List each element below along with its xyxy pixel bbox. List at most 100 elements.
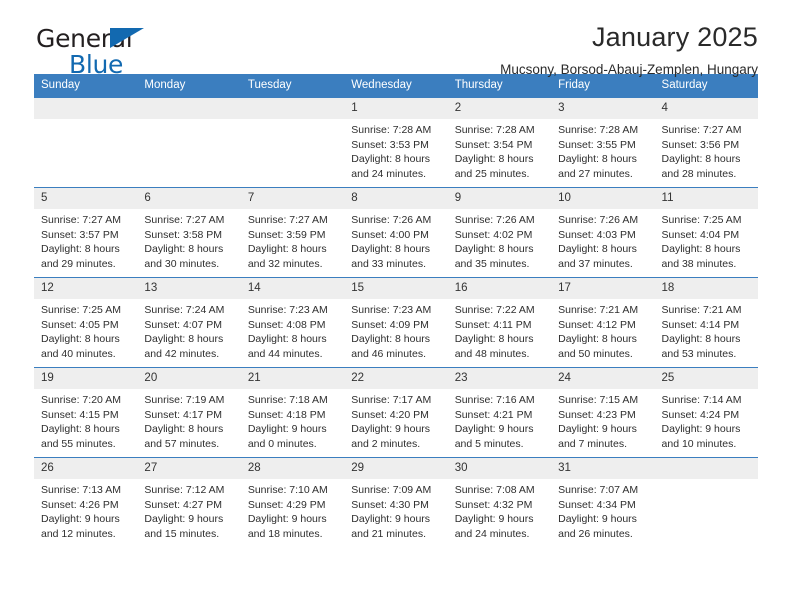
sunset-text: Sunset: 4:20 PM bbox=[351, 408, 429, 421]
daylight-text-line2: and 0 minutes. bbox=[247, 437, 317, 450]
day-number bbox=[654, 458, 758, 479]
day-number: 4 bbox=[654, 98, 758, 119]
calendar-week-row: 5 Sunrise: 7:27 AM Sunset: 3:57 PM Daylight… bbox=[34, 187, 758, 278]
sunrise-text: Sunrise: 7:25 AM bbox=[41, 304, 121, 316]
calendar-day-cell[interactable]: 15 Sunrise: 7:23 AM Sunset: 4:09 PM Dayligh… bbox=[344, 277, 448, 368]
calendar-week-row: 26 Sunrise: 7:13 AM Sunset: 4:26 PM Dayligh… bbox=[34, 457, 758, 547]
calendar-day-cell[interactable]: 7 Sunrise: 7:27 AM Sunset: 3:59 PM Daylight… bbox=[240, 187, 345, 278]
day-details: Sunrise: 7:17 AM Sunset: 4:20 PM Daylight:… bbox=[344, 389, 447, 451]
day-number: 1 bbox=[344, 98, 448, 119]
calendar-day-cell[interactable]: 26 Sunrise: 7:13 AM Sunset: 4:26 PM Dayligh… bbox=[34, 457, 138, 547]
day-details: Sunrise: 7:09 AM Sunset: 4:30 PM Daylight:… bbox=[344, 479, 447, 541]
calendar-day-cell[interactable]: 27 Sunrise: 7:12 AM Sunset: 4:27 PM Dayligh… bbox=[137, 457, 241, 547]
daylight-text-line2: and 29 minutes. bbox=[41, 257, 116, 270]
calendar-day-cell[interactable]: 23 Sunrise: 7:16 AM Sunset: 4:21 PM Dayligh… bbox=[447, 367, 552, 458]
day-number: 17 bbox=[551, 278, 655, 299]
sunrise-text: Sunrise: 7:26 AM bbox=[351, 214, 432, 226]
day-number: 21 bbox=[240, 368, 345, 389]
day-number: 14 bbox=[240, 278, 345, 299]
calendar-day-cell[interactable]: 19 Sunrise: 7:20 AM Sunset: 4:15 PM Dayligh… bbox=[34, 367, 138, 458]
general-blue-logo[interactable]: General Blue bbox=[36, 26, 226, 78]
calendar-day-cell[interactable]: 16 Sunrise: 7:22 AM Sunset: 4:11 PM Dayligh… bbox=[447, 277, 552, 368]
day-number: 3 bbox=[551, 98, 655, 119]
day-details: Sunrise: 7:19 AM Sunset: 4:17 PM Daylight:… bbox=[137, 389, 240, 451]
daylight-text-line2: and 44 minutes. bbox=[247, 347, 323, 360]
daylight-text-line1: Daylight: 9 hours bbox=[558, 423, 637, 436]
calendar-day-cell[interactable]: 1 Sunrise: 7:28 AM Sunset: 3:53 PM Daylight… bbox=[344, 97, 448, 188]
daylight-text-line1: Daylight: 9 hours bbox=[351, 513, 431, 526]
sunrise-text: Sunrise: 7:10 AM bbox=[247, 484, 328, 496]
calendar-day-cell[interactable]: 9 Sunrise: 7:26 AM Sunset: 4:02 PM Daylight… bbox=[447, 187, 552, 278]
calendar-day-cell[interactable]: 31 Sunrise: 7:07 AM Sunset: 4:34 PM Dayligh… bbox=[551, 457, 655, 547]
sunset-text: Sunset: 4:23 PM bbox=[558, 408, 636, 421]
day-number: 25 bbox=[654, 368, 758, 389]
day-details: Sunrise: 7:08 AM Sunset: 4:32 PM Daylight:… bbox=[448, 479, 551, 541]
page-header: General Blue January 2025 Mucsony, Borso… bbox=[34, 0, 758, 77]
daylight-text-line2: and 10 minutes. bbox=[661, 437, 737, 450]
calendar-day-cell[interactable]: 12 Sunrise: 7:25 AM Sunset: 4:05 PM Dayligh… bbox=[34, 277, 138, 368]
calendar-day-cell[interactable]: 3 Sunrise: 7:28 AM Sunset: 3:55 PM Daylight… bbox=[551, 97, 655, 188]
daylight-text-line1: Daylight: 8 hours bbox=[41, 243, 120, 256]
day-details: Sunrise: 7:27 AM Sunset: 3:59 PM Daylight:… bbox=[241, 209, 344, 271]
calendar-day-cell[interactable]: 21 Sunrise: 7:18 AM Sunset: 4:18 PM Dayligh… bbox=[240, 367, 345, 458]
logo-text-blue: Blue bbox=[69, 50, 124, 79]
sunrise-text: Sunrise: 7:16 AM bbox=[454, 394, 535, 406]
calendar-day-cell[interactable]: 11 Sunrise: 7:25 AM Sunset: 4:04 PM Dayligh… bbox=[654, 187, 758, 278]
day-details: Sunrise: 7:28 AM Sunset: 3:55 PM Daylight:… bbox=[551, 119, 654, 181]
daylight-text-line1: Daylight: 9 hours bbox=[558, 513, 637, 526]
calendar-day-cell[interactable]: 28 Sunrise: 7:10 AM Sunset: 4:29 PM Dayligh… bbox=[240, 457, 345, 547]
calendar-day-cell[interactable]: 6 Sunrise: 7:27 AM Sunset: 3:58 PM Daylight… bbox=[137, 187, 241, 278]
daylight-text-line1: Daylight: 9 hours bbox=[247, 423, 327, 436]
sunrise-text: Sunrise: 7:08 AM bbox=[454, 484, 535, 496]
calendar-day-cell[interactable]: 20 Sunrise: 7:19 AM Sunset: 4:17 PM Dayligh… bbox=[137, 367, 241, 458]
daylight-text-line2: and 5 minutes. bbox=[454, 437, 524, 450]
calendar-day-cell[interactable]: 18 Sunrise: 7:21 AM Sunset: 4:14 PM Dayligh… bbox=[654, 277, 758, 368]
calendar-day-cell[interactable]: 24 Sunrise: 7:15 AM Sunset: 4:23 PM Dayligh… bbox=[551, 367, 655, 458]
daylight-text-line2: and 24 minutes. bbox=[454, 527, 530, 540]
calendar-day-cell[interactable]: 29 Sunrise: 7:09 AM Sunset: 4:30 PM Dayligh… bbox=[344, 457, 448, 547]
sunrise-text: Sunrise: 7:09 AM bbox=[351, 484, 432, 496]
sunrise-text: Sunrise: 7:14 AM bbox=[661, 394, 742, 406]
calendar-day-cell[interactable]: 5 Sunrise: 7:27 AM Sunset: 3:57 PM Daylight… bbox=[34, 187, 138, 278]
day-details: Sunrise: 7:27 AM Sunset: 3:57 PM Daylight:… bbox=[34, 209, 137, 271]
sunrise-text: Sunrise: 7:20 AM bbox=[41, 394, 121, 406]
sunrise-text: Sunrise: 7:22 AM bbox=[454, 304, 535, 316]
day-details: Sunrise: 7:10 AM Sunset: 4:29 PM Daylight:… bbox=[241, 479, 344, 541]
daylight-text-line1: Daylight: 9 hours bbox=[247, 513, 327, 526]
day-number: 11 bbox=[654, 188, 758, 209]
calendar-day-cell[interactable]: 4 Sunrise: 7:27 AM Sunset: 3:56 PM Daylight… bbox=[654, 97, 758, 188]
daylight-text-line1: Daylight: 8 hours bbox=[247, 333, 327, 346]
day-details: Sunrise: 7:16 AM Sunset: 4:21 PM Daylight:… bbox=[448, 389, 551, 451]
calendar-day-cell[interactable]: 30 Sunrise: 7:08 AM Sunset: 4:32 PM Dayligh… bbox=[447, 457, 552, 547]
day-details: Sunrise: 7:12 AM Sunset: 4:27 PM Daylight:… bbox=[137, 479, 240, 541]
weekday-header-thursday: Thursday bbox=[447, 74, 552, 98]
calendar-day-cell[interactable]: 8 Sunrise: 7:26 AM Sunset: 4:00 PM Daylight… bbox=[344, 187, 448, 278]
calendar-day-cell[interactable]: 2 Sunrise: 7:28 AM Sunset: 3:54 PM Daylight… bbox=[447, 97, 552, 188]
day-details: Sunrise: 7:24 AM Sunset: 4:07 PM Daylight:… bbox=[137, 299, 240, 361]
calendar-day-cell[interactable]: 17 Sunrise: 7:21 AM Sunset: 4:12 PM Dayligh… bbox=[551, 277, 655, 368]
daylight-text-line1: Daylight: 8 hours bbox=[661, 153, 741, 166]
calendar-week-row: 12 Sunrise: 7:25 AM Sunset: 4:05 PM Dayligh… bbox=[34, 277, 758, 368]
sunrise-text: Sunrise: 7:26 AM bbox=[454, 214, 535, 226]
day-number: 30 bbox=[447, 458, 552, 479]
daylight-text-line1: Daylight: 8 hours bbox=[351, 243, 431, 256]
calendar-day-cell[interactable]: 14 Sunrise: 7:23 AM Sunset: 4:08 PM Dayligh… bbox=[240, 277, 345, 368]
daylight-text-line2: and 25 minutes. bbox=[454, 167, 530, 180]
calendar-table: Sunday Monday Tuesday Wednesday Thursday… bbox=[34, 74, 758, 547]
day-number: 2 bbox=[447, 98, 552, 119]
calendar-day-cell[interactable]: 10 Sunrise: 7:26 AM Sunset: 4:03 PM Dayligh… bbox=[551, 187, 655, 278]
sunset-text: Sunset: 4:02 PM bbox=[454, 228, 533, 241]
daylight-text-line1: Daylight: 9 hours bbox=[41, 513, 120, 526]
daylight-text-line2: and 40 minutes. bbox=[41, 347, 116, 360]
calendar-day-cell[interactable]: 22 Sunrise: 7:17 AM Sunset: 4:20 PM Dayligh… bbox=[344, 367, 448, 458]
daylight-text-line1: Daylight: 8 hours bbox=[247, 243, 327, 256]
day-number: 9 bbox=[447, 188, 552, 209]
daylight-text-line2: and 37 minutes. bbox=[558, 257, 633, 270]
sunrise-text: Sunrise: 7:19 AM bbox=[144, 394, 225, 406]
sunset-text: Sunset: 4:14 PM bbox=[661, 318, 740, 331]
daylight-text-line2: and 12 minutes. bbox=[41, 527, 116, 540]
calendar-day-cell-empty bbox=[240, 97, 345, 188]
calendar-day-cell[interactable]: 25 Sunrise: 7:14 AM Sunset: 4:24 PM Dayligh… bbox=[654, 367, 758, 458]
calendar-day-cell[interactable]: 13 Sunrise: 7:24 AM Sunset: 4:07 PM Dayligh… bbox=[137, 277, 241, 368]
calendar-day-cell-empty bbox=[654, 457, 758, 547]
